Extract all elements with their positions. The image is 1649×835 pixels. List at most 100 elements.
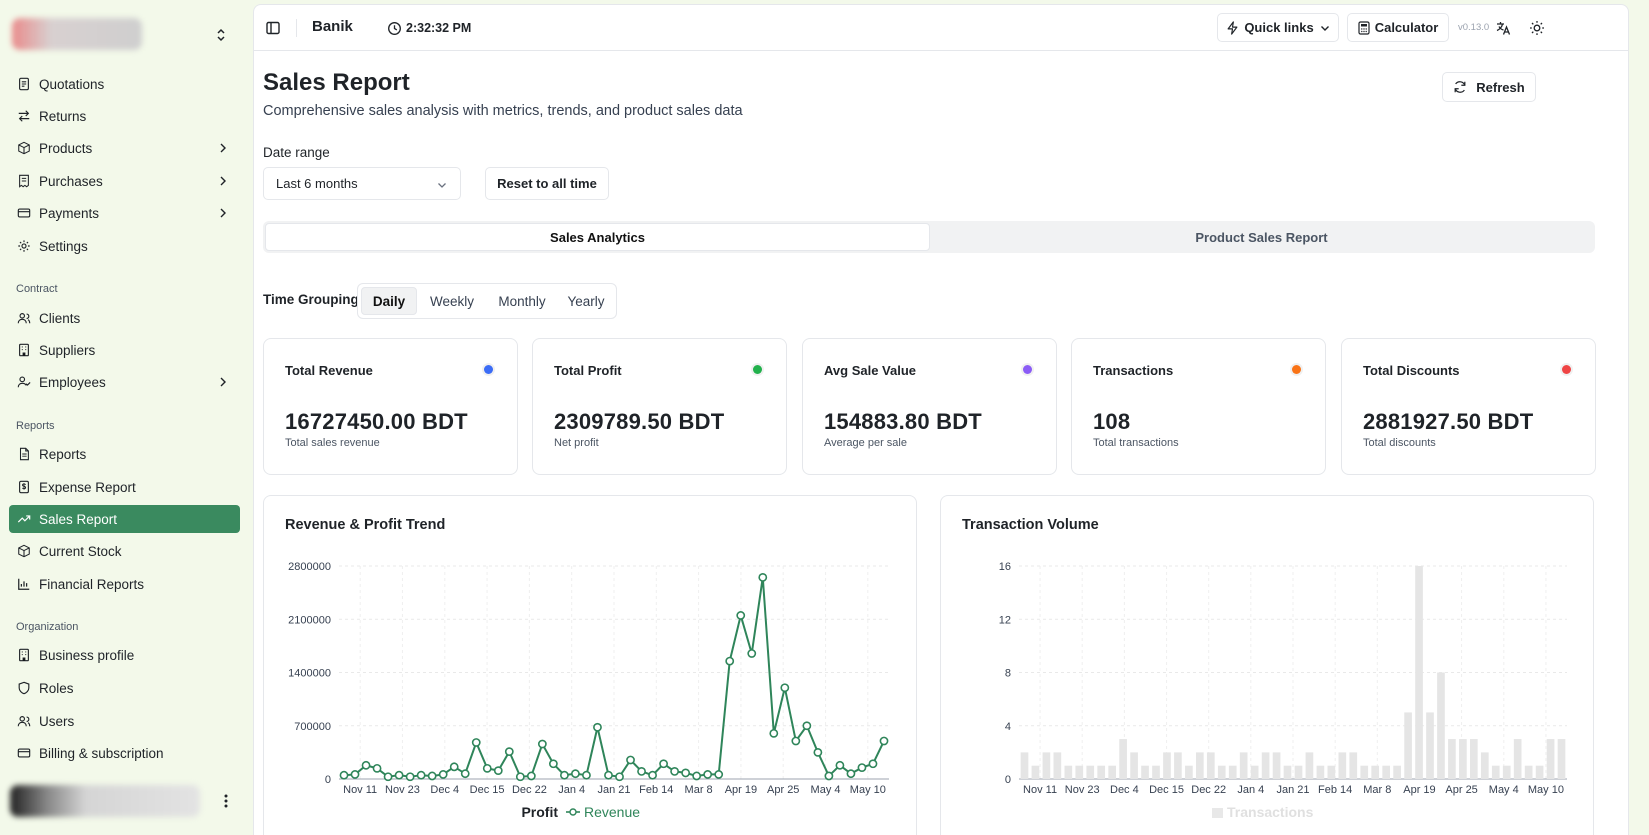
main-panel: Banik 2:32:32 PM Quick links Calculator bbox=[253, 4, 1629, 835]
sidebar-item-billing-subscription[interactable]: Billing & subscription bbox=[9, 739, 240, 767]
gear-icon bbox=[18, 240, 30, 252]
tab-product-sales-report[interactable]: Product Sales Report bbox=[930, 223, 1593, 251]
sidebar-item-business-profile[interactable]: Business profile bbox=[9, 641, 240, 669]
transaction-bar bbox=[1513, 739, 1522, 779]
sidebar-item-icon bbox=[17, 174, 31, 188]
current-time: 2:32:32 PM bbox=[406, 21, 472, 35]
transaction-bar bbox=[1404, 712, 1412, 779]
sidebar-item-returns[interactable]: Returns bbox=[9, 102, 240, 130]
quick-links-button[interactable]: Quick links bbox=[1217, 13, 1339, 42]
refresh-button[interactable]: Refresh bbox=[1442, 72, 1536, 102]
reset-all-time-button[interactable]: Reset to all time bbox=[485, 167, 609, 200]
user-check-icon bbox=[17, 376, 31, 388]
sidebar-item-icon bbox=[17, 714, 31, 728]
card-icon bbox=[17, 748, 31, 758]
transaction-bar bbox=[1152, 765, 1160, 779]
transaction-bar bbox=[1524, 765, 1533, 779]
sidebar-item-purchases[interactable]: Purchases bbox=[9, 167, 240, 195]
sidebar-item-current-stock[interactable]: Current Stock bbox=[9, 537, 240, 565]
chevron-down-icon bbox=[438, 183, 446, 188]
sidebar-item-reports[interactable]: Reports bbox=[9, 440, 240, 468]
sidebar-item-icon bbox=[17, 239, 31, 253]
x-tick-label: Nov 11 bbox=[343, 784, 377, 796]
revenue-data-point bbox=[493, 766, 503, 776]
translate-icon[interactable] bbox=[1495, 20, 1511, 36]
time-grouping-selector: Daily Weekly Monthly Yearly bbox=[357, 283, 617, 319]
sidebar-toggle-icon[interactable] bbox=[265, 20, 281, 36]
sidebar: Quotations Returns Products Purchases Paymen… bbox=[0, 0, 250, 835]
x-tick-label: Jan 4 bbox=[558, 784, 585, 796]
sidebar-item-settings[interactable]: Settings bbox=[9, 232, 240, 260]
x-tick-label: May 10 bbox=[1528, 784, 1564, 796]
transaction-bar bbox=[1437, 672, 1445, 779]
x-tick-label: Jan 4 bbox=[1237, 784, 1264, 796]
revenue-data-point bbox=[615, 772, 624, 782]
sidebar-item-icon bbox=[17, 480, 31, 494]
dollar-file-icon bbox=[19, 480, 29, 494]
stat-description: Net profit bbox=[554, 437, 599, 449]
x-tick-label: Apr 25 bbox=[767, 784, 799, 796]
user-profile[interactable] bbox=[10, 780, 240, 824]
time-grouping-weekly[interactable]: Weekly bbox=[420, 287, 484, 315]
calculator-button[interactable]: Calculator bbox=[1347, 13, 1449, 42]
stat-description: Total transactions bbox=[1093, 437, 1179, 449]
receipt-icon bbox=[19, 174, 29, 188]
x-tick-label: Mar 8 bbox=[685, 784, 713, 796]
transaction-bar bbox=[1141, 765, 1149, 779]
revenue-data-point bbox=[648, 770, 657, 780]
sidebar-item-financial-reports[interactable]: Financial Reports bbox=[9, 570, 240, 598]
revenue-profit-line-chart: 0 700000 1400000 2100000 2800000 Nov 11 Nov 23… bbox=[288, 561, 889, 820]
x-tick-label: Feb 14 bbox=[639, 784, 673, 796]
chevron-right-icon bbox=[220, 208, 226, 218]
x-tick-label: Apr 19 bbox=[1403, 784, 1435, 796]
revenue-data-point bbox=[361, 760, 371, 770]
sidebar-item-roles[interactable]: Roles bbox=[9, 674, 240, 702]
sidebar-item-label: Roles bbox=[39, 680, 74, 696]
revenue-data-point bbox=[879, 736, 889, 746]
sidebar-item-quotations[interactable]: Quotations bbox=[9, 70, 240, 98]
sidebar-item-payments[interactable]: Payments bbox=[9, 199, 240, 227]
refresh-label: Refresh bbox=[1476, 79, 1525, 95]
sidebar-item-products[interactable]: Products bbox=[9, 134, 240, 162]
refresh-icon bbox=[1454, 81, 1466, 93]
organization-switcher[interactable] bbox=[10, 14, 235, 56]
time-grouping-yearly[interactable]: Yearly bbox=[558, 287, 614, 315]
legend-transactions-swatch bbox=[1212, 808, 1223, 818]
transaction-bar bbox=[1448, 739, 1456, 779]
sidebar-item-suppliers[interactable]: Suppliers bbox=[9, 336, 240, 364]
transaction-bar bbox=[1053, 752, 1062, 779]
sidebar-item-users[interactable]: Users bbox=[9, 707, 240, 735]
transaction-bar bbox=[1206, 752, 1215, 779]
sidebar-item-label: Reports bbox=[39, 446, 87, 462]
page-title: Sales Report bbox=[263, 69, 410, 96]
y-tick-label: 0 bbox=[1005, 774, 1011, 786]
legend-transactions: Transactions bbox=[1227, 804, 1314, 820]
y-tick-label: 8 bbox=[1005, 668, 1011, 680]
sidebar-item-expense-report[interactable]: Expense Report bbox=[9, 473, 240, 501]
app-name: Banik bbox=[312, 18, 353, 35]
sidebar-item-clients[interactable]: Clients bbox=[9, 304, 240, 332]
revenue-data-point bbox=[471, 738, 481, 747]
date-range-select[interactable]: Last 6 months bbox=[263, 167, 461, 200]
time-grouping-daily[interactable]: Daily bbox=[361, 287, 417, 315]
stat-title: Total Profit bbox=[554, 363, 622, 378]
stat-title: Avg Sale Value bbox=[824, 363, 917, 378]
sidebar-item-employees[interactable]: Employees bbox=[9, 368, 240, 396]
time-grouping-monthly[interactable]: Monthly bbox=[486, 287, 558, 315]
transaction-bar bbox=[1502, 765, 1511, 779]
x-tick-label: Dec 22 bbox=[1191, 784, 1226, 796]
users-icon bbox=[17, 313, 31, 324]
revenue-data-point bbox=[515, 772, 525, 782]
revenue-data-point bbox=[416, 770, 426, 780]
sun-icon[interactable] bbox=[1529, 20, 1545, 36]
sidebar-item-sales-report[interactable]: Sales Report bbox=[9, 505, 240, 533]
tab-sales-analytics[interactable]: Sales Analytics bbox=[265, 223, 930, 251]
revenue-data-point bbox=[626, 755, 635, 765]
transaction-bar bbox=[1261, 752, 1270, 779]
transaction-bar bbox=[1480, 752, 1489, 779]
stat-description: Total discounts bbox=[1363, 437, 1436, 449]
more-vertical-icon[interactable] bbox=[224, 794, 228, 808]
sidebar-item-icon bbox=[17, 746, 31, 760]
sidebar-item-icon bbox=[17, 648, 31, 662]
sidebar-section-label: Organization bbox=[16, 621, 79, 633]
